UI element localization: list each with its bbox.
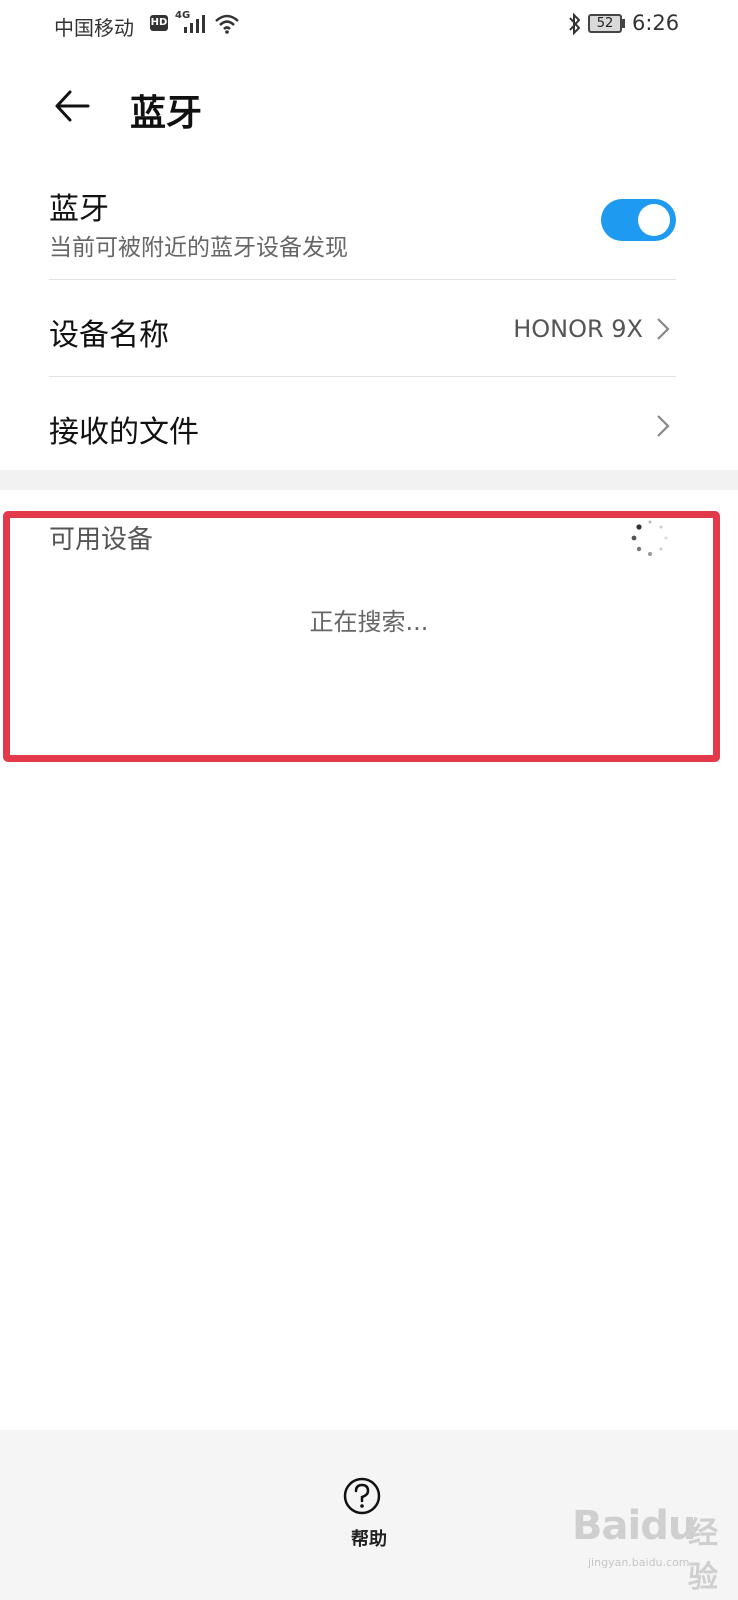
device-name-value: HONOR 9X (513, 315, 643, 343)
bluetooth-visibility-subtitle: 当前可被附近的蓝牙设备发现 (49, 235, 348, 261)
bluetooth-toggle[interactable] (601, 199, 676, 241)
watermark-brand: Baidu (572, 1503, 696, 1549)
toggle-knob (638, 204, 670, 236)
help-icon[interactable] (342, 1476, 382, 1516)
received-files-label[interactable]: 接收的文件 (49, 407, 199, 451)
status-bar: 中国移动 HD 4G 52 6:26 (0, 0, 738, 50)
back-arrow-icon[interactable] (52, 86, 92, 126)
clock: 6:26 (632, 11, 680, 35)
watermark-cn: 经验 (688, 1516, 718, 1595)
divider (49, 376, 676, 377)
highlight-box (3, 511, 720, 762)
signal-icon (184, 15, 205, 33)
watermark-url: jingyan.baidu.com (588, 1556, 690, 1569)
divider (49, 279, 676, 280)
carrier-name: 中国移动 (54, 16, 134, 40)
section-separator (0, 470, 738, 490)
chevron-right-icon[interactable] (655, 413, 671, 439)
baidu-paw-watermark-icon (568, 1502, 569, 1503)
battery-tip (622, 19, 625, 28)
chevron-right-icon[interactable] (655, 316, 671, 342)
page-title: 蓝牙 (130, 93, 203, 134)
device-name-label[interactable]: 设备名称 (49, 310, 169, 354)
bluetooth-label: 蓝牙 (49, 192, 109, 227)
battery-indicator: 52 (588, 14, 622, 33)
bluetooth-status-icon (569, 12, 581, 36)
hd-badge: HD (150, 15, 168, 31)
wifi-icon (215, 14, 239, 34)
